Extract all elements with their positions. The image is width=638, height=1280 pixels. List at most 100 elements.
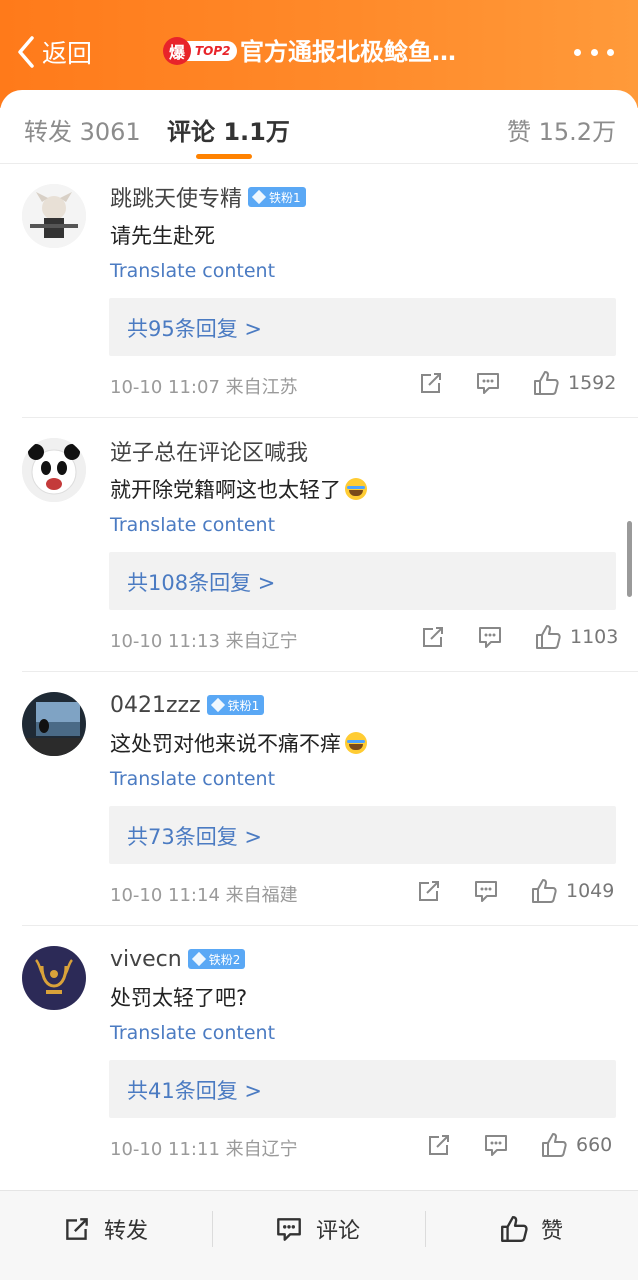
hot-badge[interactable]: 爆 TOP2 [163,37,237,65]
like-count: 1049 [566,880,615,902]
replies-button[interactable]: 共73条回复 > [109,806,616,864]
like-button[interactable]: 660 [540,1131,612,1159]
chevron-left-icon [18,36,34,68]
translate-link[interactable]: Translate content [110,514,275,536]
comment-icon [479,627,501,648]
avatar[interactable] [22,184,86,248]
comment-body: 处罚太轻了吧? [110,986,248,1010]
separator [425,1211,426,1247]
comment-text: 这处罚对他来说不痛不痒 [110,728,367,758]
thumbs-up-icon [542,1133,567,1157]
separator [212,1211,213,1247]
thumbs-up-icon [501,1216,528,1242]
avatar[interactable] [22,946,86,1010]
laugh-cry-emoji-icon [345,478,367,500]
scrollbar[interactable] [627,521,632,597]
laugh-cry-emoji-icon [345,732,367,754]
share-icon [429,1135,449,1155]
active-tab-indicator [196,154,252,159]
replies-button[interactable]: 共41条回复 > [109,1060,616,1118]
fan-badge-label: 铁粉1 [227,698,260,713]
fan-badge: 铁粉1 [206,695,265,715]
comment-text: 就开除党籍啊这也太轻了 [110,474,367,504]
share-button[interactable] [415,877,443,905]
comment-icon [475,881,497,902]
dot-icon [574,48,581,56]
translate-link[interactable]: Translate content [110,768,275,790]
fan-badge-label: 铁粉1 [269,190,301,205]
bottom-action-bar: 转发 评论 赞 [0,1190,638,1280]
like-count: 1103 [570,626,619,648]
like-label: 赞 [541,1219,564,1244]
username[interactable]: 0421zzz [110,693,201,718]
reply-button[interactable] [472,877,500,905]
dot-icon [607,48,614,56]
reply-button[interactable] [476,623,504,651]
repost-button[interactable]: 转发 [62,1213,148,1245]
username-row: 逆子总在评论区喊我 [110,436,308,466]
comment-body: 请先生赴死 [110,224,215,248]
replies-label: 共41条回复 > [127,1079,262,1103]
comment-meta: 10-10 11:14 来自福建 [110,885,298,906]
comment-icon [477,373,499,394]
fan-badge: 铁粉1 [248,187,306,207]
username-row: 跳跳天使专精 铁粉1 [110,182,306,212]
comment-meta: 10-10 11:13 来自辽宁 [110,631,298,652]
reply-button[interactable] [482,1131,510,1159]
more-menu-button[interactable] [574,40,614,64]
like-post-button[interactable]: 赞 [499,1213,563,1245]
like-count: 1592 [568,372,617,394]
page-title: 官方通报北极鲶鱼… [240,38,456,66]
username[interactable]: vivecn [110,947,182,972]
replies-label: 共108条回复 > [127,571,276,595]
tab-comments[interactable]: 评论 1.1万 [167,112,290,147]
replies-button[interactable]: 共95条回复 > [109,298,616,356]
share-icon [66,1218,88,1240]
fan-badge-label: 铁粉2 [208,952,241,967]
repost-label: 转发 [104,1219,149,1244]
content-panel: 转发 3061 评论 1.1万 赞 15.2万 跳跳天使专精 铁粉1 请先生赴死 [0,90,638,1280]
username[interactable]: 跳跳天使专精 [110,181,242,213]
like-button[interactable]: 1103 [534,623,618,651]
translate-link[interactable]: Translate content [110,1022,275,1044]
like-button[interactable]: 1049 [530,877,614,905]
replies-label: 共73条回复 > [127,825,262,849]
comment-text: 请先生赴死 [110,220,215,250]
back-button[interactable]: 返回 [14,30,92,74]
comment-item: vivecn 铁粉2 处罚太轻了吧? Translate content 共41… [0,926,638,1180]
diamond-icon [191,951,206,967]
avatar[interactable] [22,692,86,756]
share-button[interactable] [417,369,445,397]
share-button[interactable] [425,1131,453,1159]
username-row: 0421zzz 铁粉1 [110,690,265,720]
reply-button[interactable] [474,369,502,397]
avatar-window-image [22,692,86,756]
share-icon [419,881,439,901]
thumbs-up-icon [534,371,559,395]
comment-icon [277,1218,301,1241]
share-icon [421,373,441,393]
thumbs-up-icon [536,625,561,649]
like-button[interactable]: 1592 [532,369,616,397]
avatar[interactable] [22,438,86,502]
avatar-anime-image [22,184,86,248]
comment-item: 跳跳天使专精 铁粉1 请先生赴死 Translate content 共95条回… [0,164,638,418]
comment-meta: 10-10 11:07 来自江苏 [110,377,298,398]
comment-body: 这处罚对他来说不痛不痒 [110,732,341,756]
comment-text: 处罚太轻了吧? [110,982,247,1012]
username[interactable]: 逆子总在评论区喊我 [110,435,308,467]
diamond-icon [251,189,267,205]
fan-badge: 铁粉2 [187,949,246,969]
tab-repost[interactable]: 转发 3061 [24,112,141,147]
share-icon [423,627,443,647]
tab-likes[interactable]: 赞 15.2万 [507,112,616,147]
share-button[interactable] [419,623,447,651]
replies-label: 共95条回复 > [127,317,262,341]
comment-body: 就开除党籍啊这也太轻了 [110,478,341,502]
back-label: 返回 [42,39,93,68]
avatar-logo-image [22,946,86,1010]
translate-link[interactable]: Translate content [110,260,275,282]
replies-button[interactable]: 共108条回复 > [109,552,616,610]
comment-button[interactable]: 评论 [274,1213,360,1245]
thumbs-up-icon [532,879,557,903]
